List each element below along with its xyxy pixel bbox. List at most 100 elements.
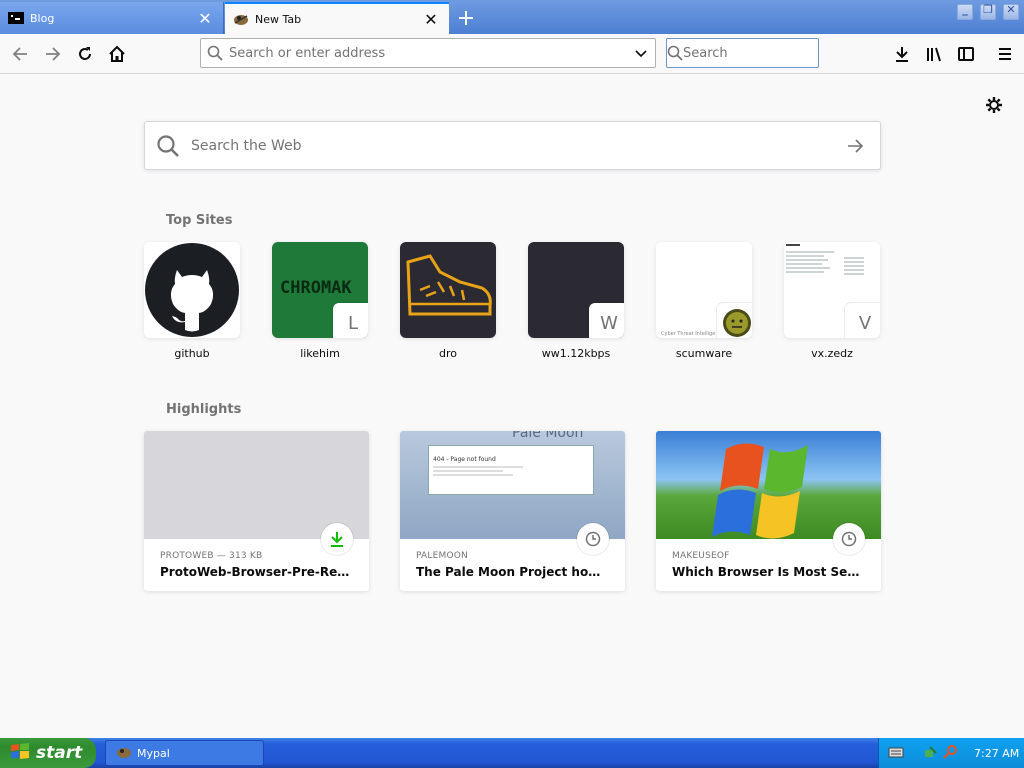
clock-icon bbox=[577, 523, 609, 555]
top-site-label: likehim bbox=[300, 347, 340, 360]
top-site-thumbnail bbox=[144, 242, 240, 338]
shoe-icon bbox=[406, 254, 492, 316]
github-logo-icon bbox=[144, 242, 240, 338]
top-site-thumbnail: CHROMAK L bbox=[272, 242, 368, 338]
tab-new-tab[interactable]: New Tab ✕ bbox=[225, 2, 449, 34]
thumbnail-lines bbox=[433, 466, 523, 476]
top-site-dro[interactable]: dro bbox=[400, 242, 496, 360]
highlight-card-protoweb[interactable]: PROTOWEB — 313 KB ProtoWeb-Browser-Pre-R… bbox=[144, 431, 369, 591]
close-window-button[interactable]: ✕ bbox=[1003, 3, 1019, 20]
top-site-thumbnail: Cyber Threat Intellige bbox=[656, 242, 752, 338]
keyboard-icon[interactable] bbox=[888, 745, 904, 762]
windows-flag-icon bbox=[10, 742, 30, 765]
search-input[interactable] bbox=[683, 45, 853, 61]
mypal-favicon-icon bbox=[233, 11, 249, 27]
minimize-button[interactable]: _ bbox=[957, 3, 973, 20]
web-search-box[interactable] bbox=[144, 121, 881, 170]
plus-icon bbox=[459, 11, 473, 25]
tab-close-icon[interactable]: ✕ bbox=[197, 9, 213, 28]
smiley-face-icon bbox=[723, 309, 751, 337]
letter-badge: V bbox=[845, 303, 880, 338]
clock-icon bbox=[833, 523, 865, 555]
library-icon bbox=[927, 47, 941, 62]
top-sites-heading: Top Sites bbox=[166, 213, 233, 228]
highlight-title: ProtoWeb-Browser-Pre-Rel-5-s... bbox=[160, 565, 353, 579]
top-site-thumbnail bbox=[400, 242, 496, 338]
sidebar-icon bbox=[958, 47, 974, 61]
reload-button[interactable] bbox=[70, 39, 100, 69]
search-icon bbox=[201, 39, 229, 67]
top-site-ww1-12kbps[interactable]: W ww1.12kbps bbox=[528, 242, 624, 360]
download-icon bbox=[896, 47, 908, 62]
start-label: start bbox=[36, 743, 83, 763]
minimize-icon: _ bbox=[962, 3, 968, 16]
thumbnail-text: Pale Moon bbox=[512, 431, 584, 441]
tab-title: Blog bbox=[30, 11, 55, 25]
new-tab-page: Top Sites github CHROMAK L likehim dro bbox=[0, 75, 1024, 738]
home-button[interactable] bbox=[102, 39, 132, 69]
highlight-title: Which Browser Is Most Secure o... bbox=[672, 565, 865, 579]
restore-icon: ❐ bbox=[983, 3, 993, 16]
thumbnail-text: CHROMAK bbox=[280, 278, 352, 298]
highlight-card-palemoon[interactable]: Pale Moon 404 - Page not found PALEMOON … bbox=[400, 431, 625, 591]
taskbar-item-label: Mypal bbox=[137, 746, 170, 760]
home-icon bbox=[109, 45, 125, 62]
taskbar-item-mypal[interactable]: Mypal bbox=[105, 740, 264, 766]
tab-close-icon[interactable]: ✕ bbox=[423, 10, 439, 29]
tab-blog[interactable]: Blog ✕ bbox=[0, 2, 224, 34]
arrow-right-icon[interactable] bbox=[830, 137, 880, 155]
back-arrow-icon bbox=[12, 47, 27, 61]
menu-button[interactable] bbox=[990, 39, 1020, 69]
network-icon[interactable] bbox=[924, 744, 940, 763]
top-site-thumbnail: V bbox=[784, 242, 880, 338]
highlight-title: The Pale Moon Project homepage bbox=[416, 565, 609, 579]
thumbnail-text: Cyber Threat Intellige bbox=[661, 331, 716, 337]
taskbar: start Mypal 7:27 AM bbox=[0, 738, 1024, 768]
address-input[interactable] bbox=[229, 45, 627, 61]
hamburger-menu-icon bbox=[999, 48, 1011, 60]
search-bar[interactable] bbox=[666, 38, 853, 68]
reload-icon bbox=[79, 47, 91, 60]
top-site-label: dro bbox=[439, 347, 457, 360]
letter-badge: W bbox=[589, 303, 624, 338]
top-site-likehim[interactable]: CHROMAK L likehim bbox=[272, 242, 368, 360]
back-button[interactable] bbox=[5, 39, 35, 69]
top-site-vx-zedz[interactable]: V vx.zedz bbox=[784, 242, 880, 360]
system-tray: 7:27 AM bbox=[878, 738, 1024, 768]
close-icon: ✕ bbox=[1006, 3, 1016, 16]
forward-arrow-icon bbox=[46, 47, 61, 61]
start-button[interactable]: start bbox=[0, 738, 96, 768]
navigation-bar bbox=[0, 34, 1024, 74]
library-button[interactable] bbox=[919, 39, 949, 69]
scumware-favicon bbox=[717, 303, 752, 338]
thumbnail-dialog: 404 - Page not found bbox=[428, 445, 594, 495]
top-site-github[interactable]: github bbox=[144, 242, 240, 360]
security-key-icon[interactable] bbox=[942, 744, 958, 763]
gear-icon[interactable] bbox=[984, 95, 1004, 115]
top-site-scumware[interactable]: Cyber Threat Intellige scumware bbox=[656, 242, 752, 360]
highlight-card-makeuseof[interactable]: MAKEUSEOF Which Browser Is Most Secure o… bbox=[656, 431, 881, 591]
letter-badge: L bbox=[333, 303, 368, 338]
chevron-down-icon[interactable] bbox=[627, 39, 655, 67]
new-tab-button[interactable] bbox=[452, 4, 480, 32]
top-site-thumbnail: W bbox=[528, 242, 624, 338]
sidebar-button[interactable] bbox=[951, 39, 981, 69]
top-site-label: ww1.12kbps bbox=[541, 347, 611, 360]
address-bar[interactable] bbox=[200, 38, 656, 68]
mypal-icon bbox=[116, 744, 132, 763]
thumbnail-heading: 404 - Page not found bbox=[433, 456, 496, 463]
title-bar: Blog ✕ New Tab ✕ _ ❐ ✕ bbox=[0, 0, 1024, 34]
search-icon bbox=[145, 134, 191, 158]
web-search-input[interactable] bbox=[191, 137, 830, 154]
restore-button[interactable]: ❐ bbox=[980, 3, 996, 20]
top-site-label: github bbox=[174, 347, 210, 360]
clock-time[interactable]: 7:27 AM bbox=[974, 747, 1019, 760]
download-icon bbox=[321, 523, 353, 555]
search-icon bbox=[667, 39, 683, 67]
tab-title: New Tab bbox=[255, 12, 302, 26]
top-site-label: vx.zedz bbox=[811, 347, 853, 360]
downloads-button[interactable] bbox=[887, 39, 917, 69]
forward-button[interactable] bbox=[38, 39, 68, 69]
top-site-label: scumware bbox=[675, 347, 733, 360]
highlights-heading: Highlights bbox=[166, 402, 242, 417]
